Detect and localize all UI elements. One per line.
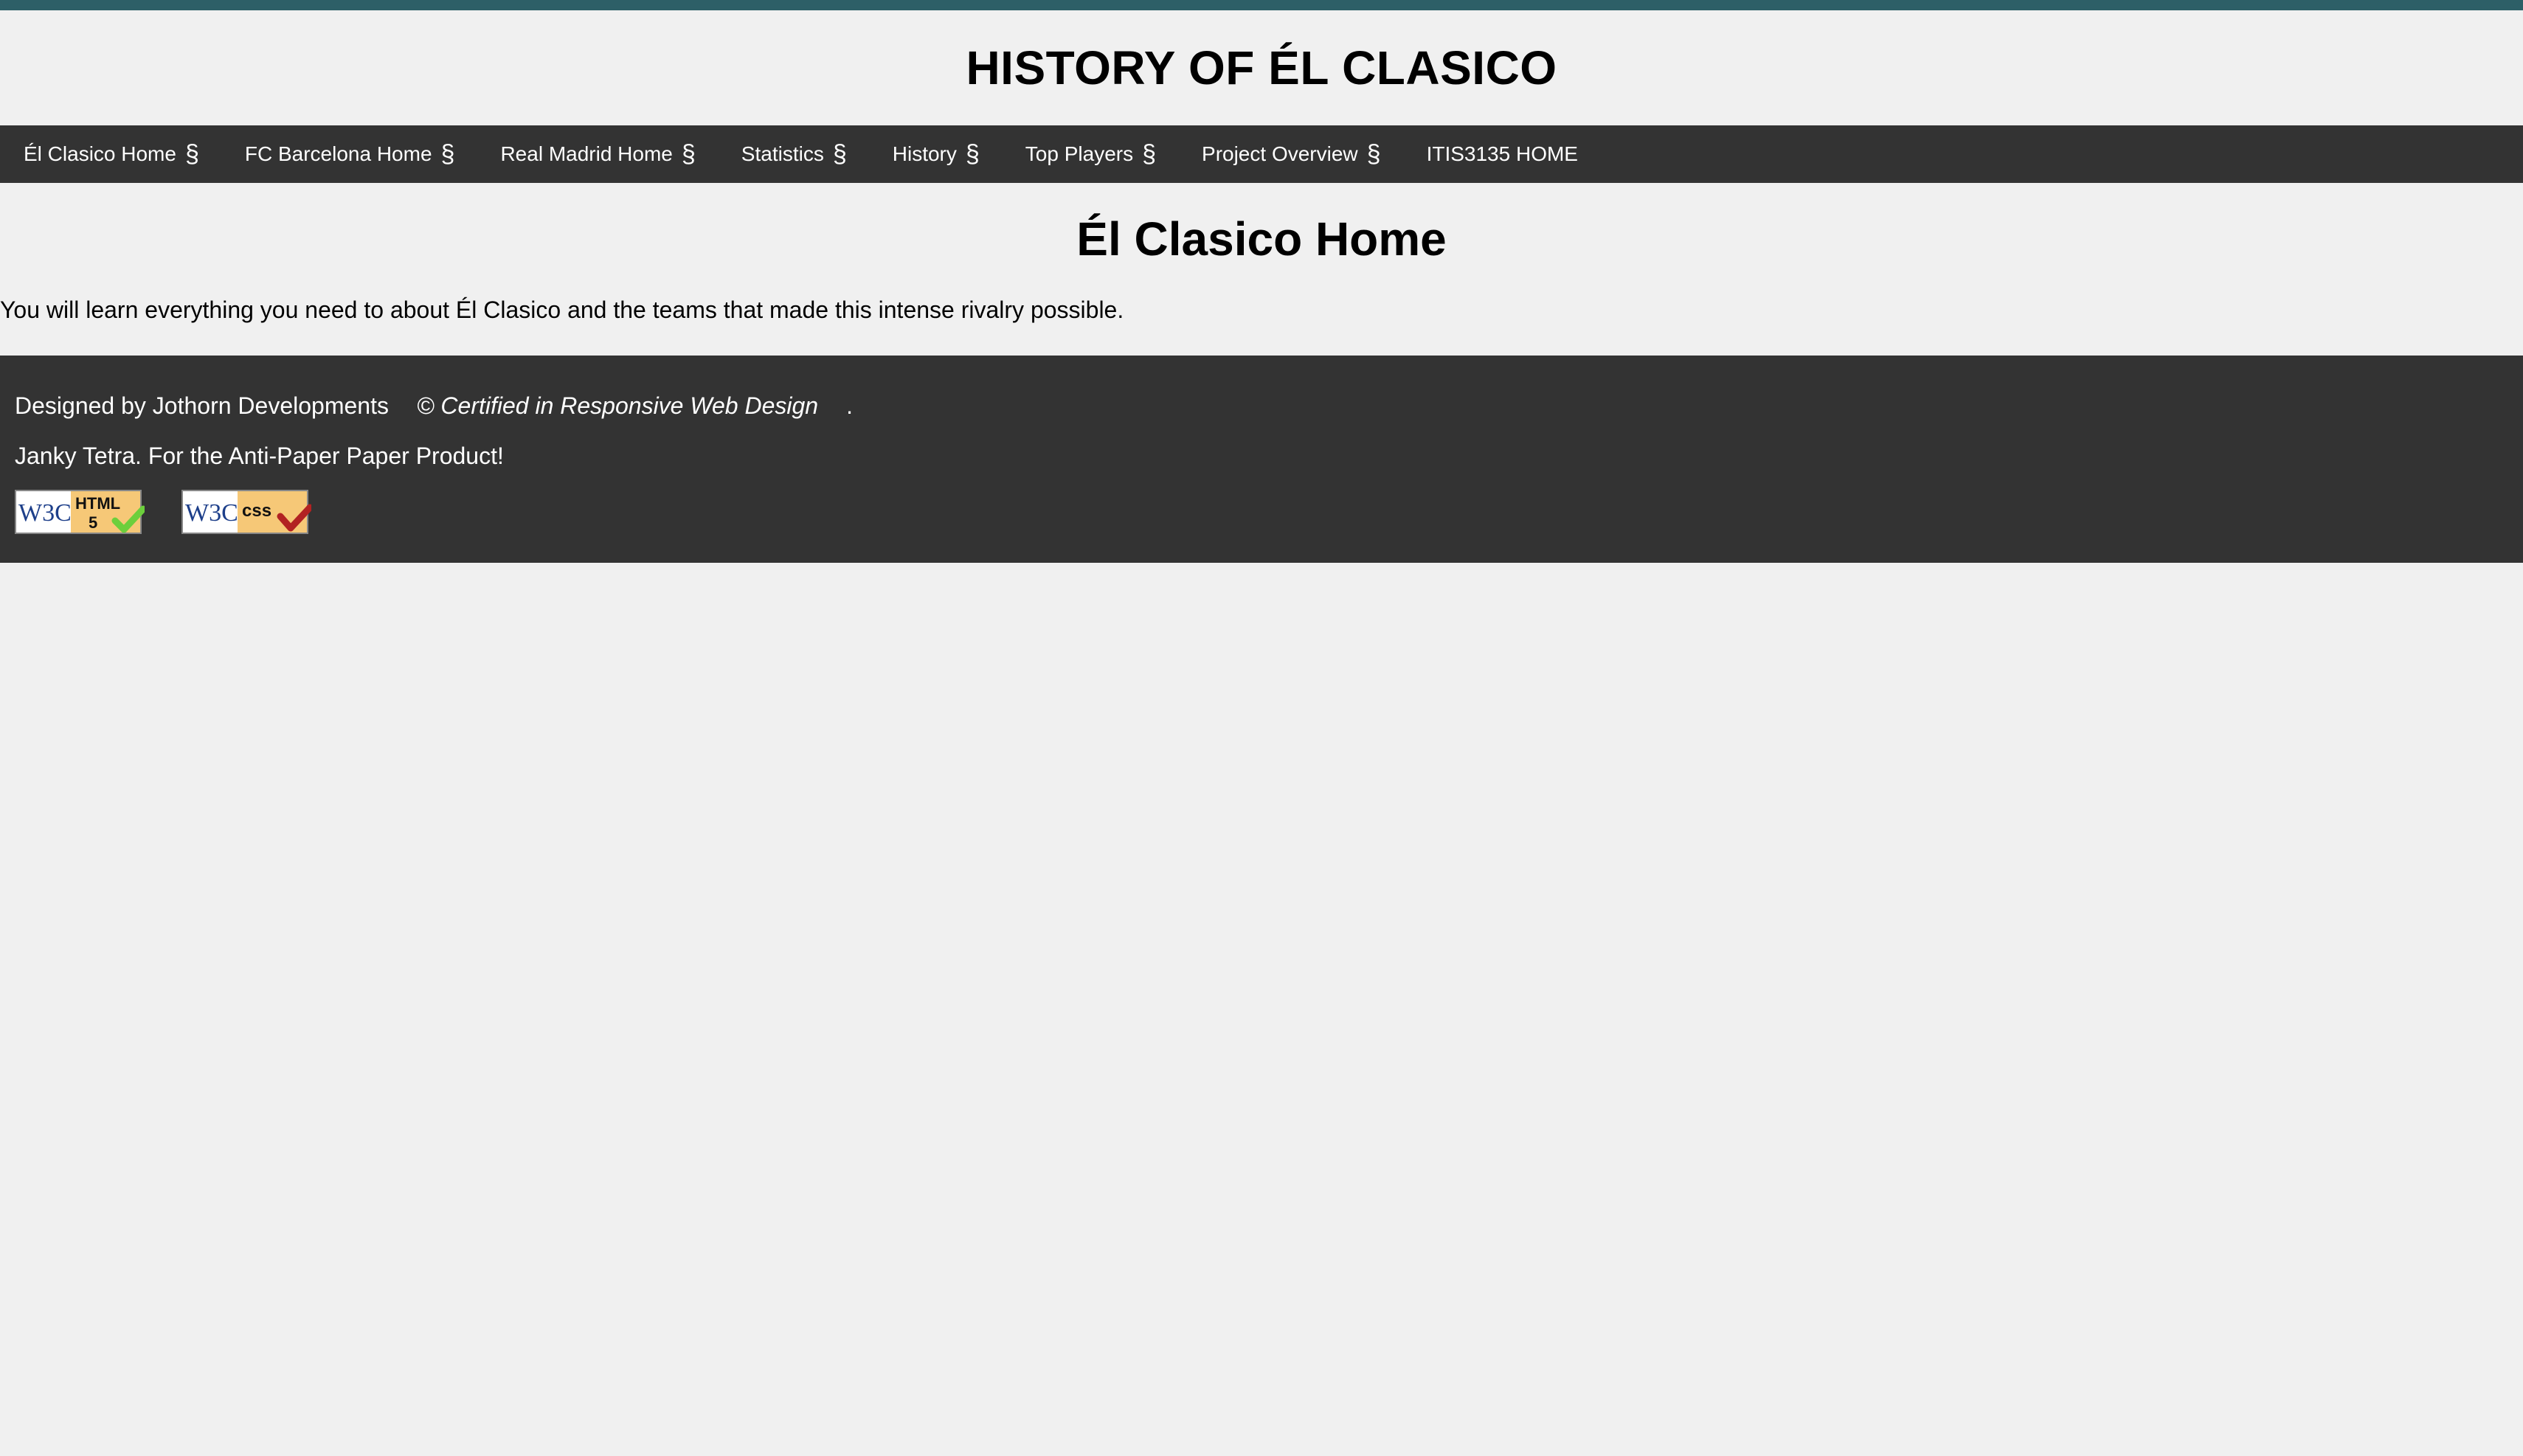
- badge-w3c-text: W3C: [185, 499, 238, 527]
- nav-item-history[interactable]: History §: [893, 140, 980, 169]
- main-content: Él Clasico Home You will learn everythin…: [0, 183, 2523, 356]
- nav-item-el-clasico-home[interactable]: Él Clasico Home §: [24, 140, 199, 169]
- badge-five-text: 5: [89, 513, 97, 532]
- footer-tagline: Janky Tetra. For the Anti-Paper Paper Pr…: [15, 443, 504, 469]
- nav-item-label: ITIS3135 HOME: [1426, 142, 1578, 165]
- main-nav: Él Clasico Home § FC Barcelona Home § Re…: [0, 125, 2523, 183]
- badge-w3c-text: W3C: [18, 499, 72, 527]
- nav-item-label: FC Barcelona Home: [244, 142, 432, 165]
- nav-item-fc-barcelona-home[interactable]: FC Barcelona Home §: [245, 140, 455, 169]
- nav-item-statistics[interactable]: Statistics §: [741, 140, 847, 169]
- nav-item-label: History: [892, 142, 957, 165]
- nav-item-label: Statistics: [741, 142, 824, 165]
- top-accent-stripe: [0, 0, 2523, 10]
- badge-css-text: css: [242, 501, 271, 521]
- nav-item-top-players[interactable]: Top Players §: [1025, 140, 1156, 169]
- nav-item-project-overview[interactable]: Project Overview §: [1202, 140, 1381, 169]
- nav-item-real-madrid-home[interactable]: Real Madrid Home §: [500, 140, 695, 169]
- section-sign-icon: §: [440, 139, 455, 168]
- w3c-html5-validation-icon: W3C HTML 5: [15, 490, 147, 534]
- nav-item-label: Real Madrid Home: [500, 142, 673, 165]
- w3c-css-validation-icon: W3C css: [181, 490, 314, 534]
- footer-credits: Designed by Jothorn Developments © Certi…: [15, 356, 2523, 420]
- nav-item-label: Top Players: [1025, 142, 1134, 165]
- w3c-html5-validation-link[interactable]: W3C HTML 5: [15, 490, 181, 539]
- section-sign-icon: §: [1142, 139, 1157, 168]
- intro-text: You will learn everything you need to ab…: [0, 297, 1124, 323]
- section-sign-icon: §: [681, 139, 696, 168]
- section-sign-icon: §: [965, 139, 980, 168]
- site-footer: Designed by Jothorn Developments © Certi…: [0, 356, 2523, 563]
- footer-period: .: [846, 392, 853, 419]
- site-header: HISTORY OF ÉL CLASICO: [0, 10, 2523, 125]
- nav-item-label: Él Clasico Home: [24, 142, 176, 165]
- nav-item-itis3135-home[interactable]: ITIS3135 HOME: [1427, 142, 1578, 166]
- page-title: Él Clasico Home: [1076, 212, 1447, 266]
- w3c-css-validation-link[interactable]: W3C css: [181, 490, 348, 539]
- section-sign-icon: §: [832, 139, 847, 168]
- designer-credit: Designed by Jothorn Developments: [15, 392, 389, 419]
- section-sign-icon: §: [1366, 139, 1381, 168]
- certification-note: © Certified in Responsive Web Design: [416, 392, 819, 419]
- nav-item-label: Project Overview: [1202, 142, 1358, 165]
- site-title: HISTORY OF ÉL CLASICO: [966, 41, 1557, 94]
- validation-badges: W3C HTML 5 W3C css: [15, 490, 2523, 539]
- section-sign-icon: §: [184, 139, 199, 168]
- badge-html-text: HTML: [75, 494, 120, 513]
